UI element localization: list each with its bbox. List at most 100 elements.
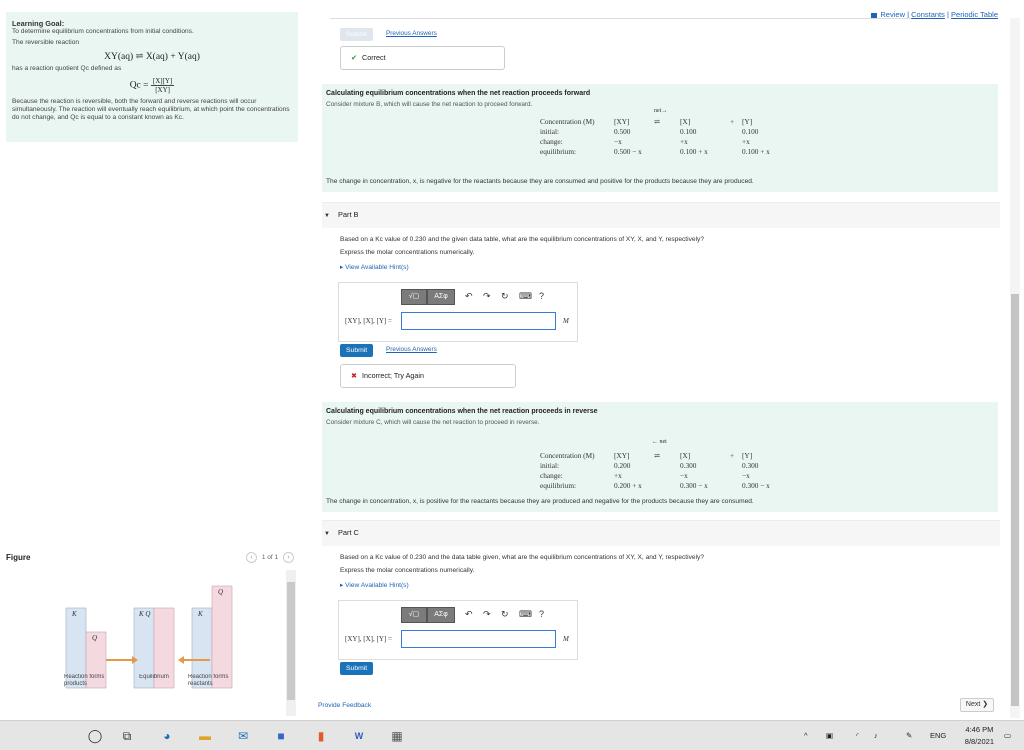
mail-icon[interactable]: ✉	[234, 727, 252, 745]
part-a-submit-button[interactable]: Submit	[340, 28, 374, 41]
figure-scroll-thumb[interactable]	[287, 582, 295, 700]
help-icon[interactable]: ?	[539, 291, 544, 301]
ice-cell: equilibrium:	[540, 146, 577, 156]
part-b-header[interactable]: ▼ Part B	[324, 210, 359, 219]
ice-header-cell: [Y]	[742, 450, 753, 460]
collapse-triangle-icon: ▼	[324, 213, 330, 219]
part-b-hint-link[interactable]: ▸ View Available Hint(s)	[340, 263, 409, 271]
keyboard-icon[interactable]: ⌨	[519, 609, 532, 620]
pen-icon[interactable]: ✎	[906, 721, 912, 750]
goal-line4: Because the reaction is reversible, both…	[12, 98, 290, 121]
part-b-header-bar[interactable]	[322, 202, 1000, 228]
help-icon[interactable]: ?	[539, 609, 544, 619]
main-scroll-thumb[interactable]	[1011, 294, 1019, 706]
part-b-question: Based on a Kc value of 0.230 and the giv…	[340, 236, 704, 243]
caption-equilibrium: Equilibrium	[139, 674, 169, 680]
reverse-ice-table: ← net Concentration (M) [XY] ⇌ [X] + [Y]…	[540, 439, 782, 490]
prev-figure-button[interactable]: ‹	[246, 552, 257, 563]
table-row: change: −x +x +x	[540, 136, 782, 146]
ice-cell	[654, 146, 680, 156]
part-c-instruction: Express the molar concentrations numeric…	[340, 567, 475, 574]
label-kq-mid: K Q	[138, 610, 150, 618]
next-button[interactable]: Next ❯	[960, 698, 994, 712]
collapse-triangle-icon: ▼	[324, 531, 330, 537]
part-a-previous-answers-link[interactable]: Previous Answers	[386, 30, 437, 37]
ice-cell: 0.300	[680, 460, 697, 470]
part-b-label: Part B	[337, 210, 359, 219]
tray-app-icon[interactable]: ▣	[826, 721, 833, 750]
word-icon[interactable]: W	[350, 727, 368, 745]
undo-icon[interactable]: ↶	[465, 291, 473, 302]
part-c-answer-box: √▢ AΣφ ↶ ↷ ↻ ⌨ ? [XY], [X], [Y] = M	[338, 600, 578, 660]
part-b-answer-input[interactable]	[401, 312, 556, 330]
redo-icon[interactable]: ↷	[483, 291, 491, 302]
reset-icon[interactable]: ↻	[501, 291, 509, 302]
keyboard-icon[interactable]: ⌨	[519, 291, 532, 302]
label-q-right: Q	[218, 588, 223, 596]
start-circle-icon[interactable]: ◯	[86, 727, 104, 745]
check-icon: ✔	[351, 53, 358, 62]
main-content: Submit Previous Answers ✔ Correct Calcula…	[310, 0, 1010, 720]
symbols-button[interactable]: AΣφ	[427, 289, 455, 305]
ice-cell	[730, 126, 742, 136]
redo-icon[interactable]: ↷	[483, 609, 491, 620]
part-c-hint-link[interactable]: ▸ View Available Hint(s)	[340, 581, 409, 589]
part-b-answer-label: [XY], [X], [Y] =	[345, 317, 392, 325]
next-figure-button[interactable]: ›	[282, 552, 294, 563]
forward-ice-grid: Concentration (M) [XY] ⇌ [X] + [Y] initi…	[540, 116, 782, 156]
ice-cell: −x	[614, 136, 622, 146]
caption-mid-wrap: Equilibrium	[139, 674, 169, 680]
volume-icon[interactable]: ♪	[874, 721, 878, 750]
ice-header-cell: Concentration (M)	[540, 116, 595, 126]
caption-left-wrap: Reaction forms products	[64, 674, 104, 687]
undo-icon[interactable]: ↶	[465, 609, 473, 620]
ice-cell: +x	[742, 136, 750, 146]
office-icon[interactable]: ▮	[312, 727, 330, 745]
notifications-icon[interactable]: ▭	[1004, 721, 1011, 750]
ice-cell: equilibrium:	[540, 480, 577, 490]
qc-numerator: [X][Y]	[150, 77, 175, 86]
ice-header-cell: ⇌	[654, 116, 661, 126]
part-c-header-bar[interactable]	[322, 520, 1000, 546]
windows-taskbar: ◯ ⧉ ◕ ▬ ✉ ■ ▮ W ▦ ^ ▣ ◜ ♪ ✎ ENG 4:46 PM …	[0, 720, 1024, 750]
label-k-right: K	[197, 610, 203, 618]
file-explorer-icon[interactable]: ▬	[196, 727, 214, 745]
table-row: change: +x −x −x	[540, 470, 782, 480]
zoom-icon[interactable]: ■	[272, 727, 290, 745]
ice-cell	[654, 136, 680, 146]
part-b-previous-answers-link[interactable]: Previous Answers	[386, 346, 437, 353]
calculator-icon[interactable]: ▦	[388, 727, 406, 745]
part-c-answer-input[interactable]	[401, 630, 556, 648]
clock[interactable]: 4:46 PM 8/8/2021	[965, 724, 994, 748]
edge-browser-icon[interactable]: ◕	[158, 727, 176, 745]
part-b-submit-button[interactable]: Submit	[340, 344, 374, 357]
ice-cell: initial:	[540, 460, 560, 470]
ice-header-cell: +	[730, 450, 735, 460]
figure-scrollbar[interactable]	[286, 570, 296, 716]
forward-ice-table: net→ Concentration (M) [XY] ⇌ [X] + [Y] …	[540, 108, 782, 156]
templates-button[interactable]: √▢	[401, 289, 427, 305]
goal-line3: has a reaction quotient Qc defined as	[12, 65, 122, 72]
part-c-submit-button[interactable]: Submit	[340, 662, 374, 675]
reverse-panel-title: Calculating equilibrium concentrations w…	[326, 408, 598, 415]
reset-icon[interactable]: ↻	[501, 609, 509, 620]
ice-cell	[730, 480, 742, 490]
part-c-header[interactable]: ▼ Part C	[324, 528, 359, 537]
table-row: equilibrium: 0.200 + x 0.300 − x 0.300 − x	[540, 480, 782, 490]
symbols-button[interactable]: AΣφ	[427, 607, 455, 623]
ice-cell: 0.500 − x	[614, 146, 642, 156]
tray-chevron-icon[interactable]: ^	[804, 721, 808, 750]
templates-button[interactable]: √▢	[401, 607, 427, 623]
ice-cell: +x	[680, 136, 688, 146]
language-indicator[interactable]: ENG	[930, 721, 946, 750]
label-k-left: K	[71, 610, 77, 618]
ice-cell: 0.200	[614, 460, 631, 470]
forward-panel-subtitle: Consider mixture B, which will cause the…	[326, 101, 533, 108]
part-b-answer-box: √▢ AΣφ ↶ ↷ ↻ ⌨ ? [XY], [X], [Y] = M	[338, 282, 578, 342]
reverse-net-arrow: ← net	[652, 439, 667, 445]
main-scrollbar[interactable]	[1010, 18, 1020, 718]
wifi-icon[interactable]: ◜	[856, 721, 859, 750]
figure-diagram: K Q K Q Q K Reaction forms products Equi…	[6, 568, 296, 718]
provide-feedback-link[interactable]: Provide Feedback	[318, 702, 371, 709]
task-view-icon[interactable]: ⧉	[118, 727, 136, 745]
